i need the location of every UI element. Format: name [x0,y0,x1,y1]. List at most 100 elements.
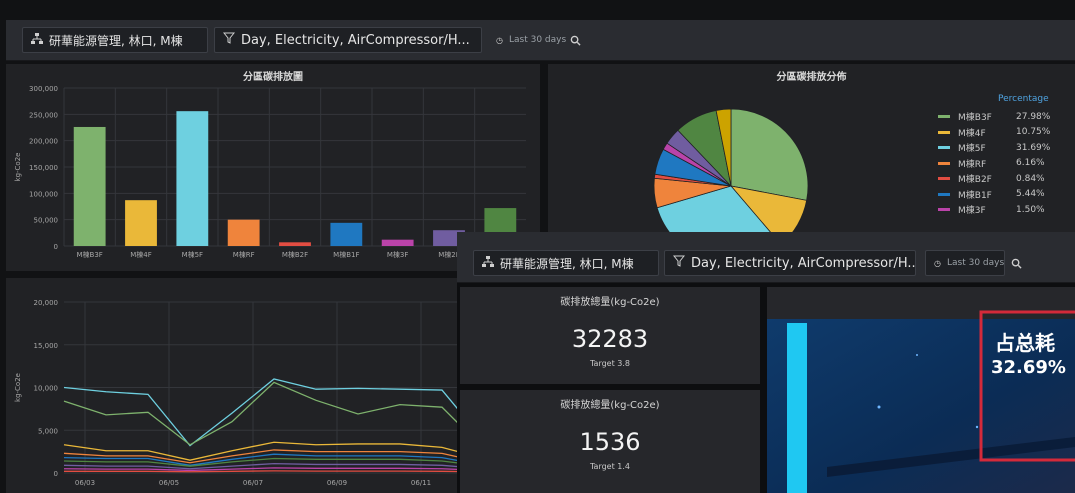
legend-value: 27.98% [1016,111,1051,122]
y-tick-label: 20,000 [34,299,59,307]
x-tick-label: 06/07 [243,479,263,487]
x-tick-label: 06/05 [159,479,179,487]
y-axis-label: kg-Co2e [14,153,22,182]
overlay-filter-label: Day, Electricity, AirCompressor/H... [691,255,916,271]
legend-swatch [938,146,950,149]
stat-panel-total: 碳排放總量(kg-Co2e) 32283 Target 3.8 [460,287,760,384]
x-tick-label: M棟3F [387,250,409,259]
y-tick-label: 200,000 [29,138,58,146]
x-tick-label: M棟RF [233,250,255,259]
y-tick-label: 150,000 [29,164,58,172]
legend-value: 1.50% [1016,204,1045,215]
x-tick-label: M棟B3F [77,250,103,259]
y-tick-label: 0 [54,470,58,478]
y-tick-label: 100,000 [29,190,58,198]
legend-item[interactable]: M棟4F 10.75% [938,126,1050,139]
legend-value: 6.16% [1016,158,1045,168]
legend-value: 10.75% [1016,127,1051,137]
dashboard-background-image [767,310,1075,493]
x-tick-label: M棟B1F [333,250,359,259]
stat-panel-secondary: 碳排放總量(kg-Co2e) 1536 Target 1.4 [460,390,760,493]
overlay-site-selector[interactable]: 研華能源管理, 林口, M棟 [473,250,659,276]
clock-icon: ◷ [496,35,503,45]
legend-swatch [938,161,950,165]
site-selector-label: 研華能源管理, 林口, M棟 [49,33,183,48]
stat-target: Target 1.4 [589,462,630,471]
legend-label: M棟B2F [958,175,992,185]
bar [279,242,311,246]
legend-label: M棟3F [958,206,986,216]
overlay-toolbar: 研華能源管理, 林口, M棟 Day, Electricity, AirComp… [457,232,1075,283]
overlay-time-range[interactable]: ◷ Last 30 days ▾ [925,250,1005,276]
bar-chart-title: 分區碳排放圖 [243,72,303,83]
funnel-icon [672,255,686,271]
site-tree-icon [482,255,494,271]
legend-item[interactable]: M棟5F 31.69% [938,141,1050,154]
bar [125,200,157,246]
bar [227,219,260,246]
y-tick-label: 300,000 [29,85,58,93]
legend-item[interactable]: M棟3F 1.50% [938,203,1045,216]
pie-slice [730,108,809,201]
image-panel: 占总耗 32.69% [767,287,1075,493]
stat-title: 碳排放總量(kg-Co2e) [560,297,660,308]
legend-label: M棟B3F [958,113,992,123]
overlay-time-label: Last 30 days ▾ [946,258,1005,268]
stat-value: 32283 [571,325,649,353]
bar [73,126,106,246]
search-icon [570,31,581,50]
y-tick-label: 15,000 [34,342,59,350]
search-icon [1011,254,1022,273]
bar [330,222,363,246]
legend-item[interactable]: M棟B3F 27.98% [938,110,1050,123]
y-tick-label: 10,000 [34,385,59,393]
x-tick-label: M棟B2F [282,250,308,259]
legend-label: M棟4F [958,128,986,139]
x-tick-label: M棟5F [182,250,204,259]
y-tick-label: 250,000 [29,111,58,119]
legend-value: 0.84% [1016,173,1045,184]
stat-value: 1536 [579,428,641,456]
filter-selector[interactable]: Day, Electricity, AirCompressor/H... [214,27,482,53]
y-tick-label: 5,000 [38,427,58,435]
site-selector[interactable]: 研華能源管理, 林口, M棟 [22,27,208,53]
legend-item[interactable]: M棟RF 6.16% [938,157,1045,170]
x-tick-label: M棟4F [130,250,152,259]
overlay-filter-selector[interactable]: Day, Electricity, AirCompressor/H... [664,250,916,276]
overlay-site-label: 研華能源管理, 林口, M棟 [500,256,634,271]
legend-swatch [938,130,950,134]
x-tick-label: 06/03 [75,479,95,487]
legend-label: M棟B1F [958,190,992,201]
bar [176,111,209,246]
y-tick-label: 50,000 [34,217,59,225]
legend-value: 31.69% [1016,142,1051,153]
funnel-icon [222,32,236,48]
overlay-text-line2: 32.69% [991,357,1066,378]
site-tree-icon [31,32,43,48]
overlay-window: 研華能源管理, 林口, M棟 Day, Electricity, AirComp… [457,232,1075,493]
filter-selector-label: Day, Electricity, AirCompressor/H... [241,32,470,48]
legend-label: M棟RF [958,159,987,170]
legend-item[interactable]: M棟B1F 5.44% [938,188,1045,201]
time-range-picker[interactable]: ◷ Last 30 days ▾ [488,27,566,53]
legend-label: M棟5F [958,144,986,154]
legend-swatch [938,177,950,180]
stat-target: Target 3.8 [589,359,630,368]
time-range-label: Last 30 days ▾ [508,35,566,45]
top-toolbar: 研華能源管理, 林口, M棟 Day, Electricity, AirComp… [6,20,1075,61]
legend-swatch [938,115,950,118]
legend-header: Percentage [998,94,1049,104]
y-tick-label: 0 [54,243,58,251]
legend-swatch [938,208,950,211]
x-tick-label: 06/11 [411,479,431,487]
legend-swatch [938,192,950,196]
overlay-text-line1: 占总耗 [995,331,1055,355]
legend-value: 5.44% [1016,189,1045,199]
search-button[interactable] [566,27,588,53]
legend-item[interactable]: M棟B2F 0.84% [938,172,1045,185]
y-axis-label: kg-Co2e [14,373,22,402]
bar [381,239,414,246]
stat-title: 碳排放總量(kg-Co2e) [560,400,660,411]
clock-icon: ◷ [934,258,941,268]
overlay-search-button[interactable] [1007,250,1029,276]
